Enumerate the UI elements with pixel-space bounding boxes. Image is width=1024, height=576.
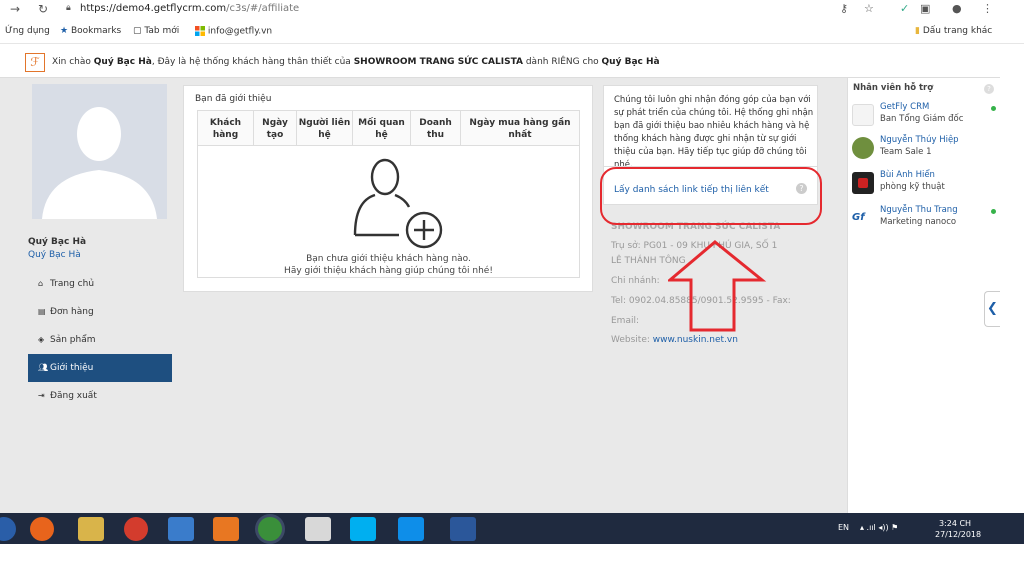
user-name: Quý Bạc Hà <box>28 237 87 247</box>
folder-icon: ▮ <box>915 26 920 36</box>
highlight-box <box>600 167 822 225</box>
company-branch: Chi nhánh: <box>611 276 660 286</box>
bookmark-bookmarks[interactable]: ★ Bookmarks <box>60 26 121 36</box>
staff-item[interactable]: Nguyễn Thúy Hiệp Team Sale 1 <box>852 135 1000 163</box>
online-status-icon <box>991 209 996 214</box>
windows-logo-icon <box>195 26 205 36</box>
bookmark-email[interactable]: info@getfly.vn <box>195 26 272 37</box>
cube-icon: ◈ <box>38 335 45 344</box>
staff-item[interactable]: Gf Nguyễn Thu Trang Marketing nanoco <box>852 205 1000 233</box>
key-icon[interactable]: ⚷ <box>840 2 848 15</box>
clock-date: 27/12/2018 <box>935 530 982 539</box>
bottom-blank <box>0 544 1024 576</box>
bookmark-new-tab[interactable]: ▢ Tab mới <box>133 26 179 36</box>
avatar <box>852 137 874 159</box>
home-icon: ⌂ <box>38 279 44 288</box>
file-explorer-icon[interactable] <box>78 517 104 541</box>
word-icon[interactable] <box>450 517 476 541</box>
avatar <box>852 172 874 194</box>
sidebar-item-logout[interactable]: ⇥ Đăng xuất <box>28 382 172 410</box>
url-field[interactable]: https://demo4.getflycrm.com/c3s/#/affili… <box>80 3 299 14</box>
column-header[interactable]: Doanh thu <box>411 111 461 146</box>
language-indicator[interactable]: EN <box>838 523 849 532</box>
support-title: Nhân viên hỗ trợ <box>853 83 934 93</box>
greeting-text: Xin chào Quý Bạc Hà, Đây là hệ thống khá… <box>52 57 660 67</box>
column-header[interactable]: Người liên hệ <box>297 111 353 146</box>
panel-title: Bạn đã giới thiệu <box>195 94 272 104</box>
sidebar-item-orders[interactable]: ▤ Đơn hàng <box>28 298 172 326</box>
staff-role: Marketing nanoco <box>880 217 957 227</box>
column-header[interactable]: Ngày tạo <box>254 111 297 146</box>
lock-icon: 🔒︎ <box>66 3 71 13</box>
bookmark-apps[interactable]: Ứng dụng <box>5 26 50 36</box>
document-icon: ▤ <box>38 307 46 316</box>
column-header[interactable]: Khách hàng <box>198 111 254 146</box>
star-icon: ★ <box>60 26 69 36</box>
staff-role: Team Sale 1 <box>880 147 932 157</box>
teamviewer-icon[interactable] <box>398 517 424 541</box>
clock-time: 3:24 CH <box>938 519 972 528</box>
user-link[interactable]: Quý Bạc Hà <box>28 250 81 260</box>
greeting-bar: ℱ Xin chào Quý Bạc Hà, Đây là hệ thống k… <box>0 45 1000 78</box>
star-icon[interactable]: ☆ <box>864 2 874 15</box>
chrome-icon[interactable] <box>258 517 282 541</box>
collapse-panel-button[interactable]: ❮ <box>984 291 1000 327</box>
check-icon[interactable]: ✓ <box>900 2 909 15</box>
start-button[interactable] <box>0 517 16 541</box>
getfly-logo-icon: Gf <box>852 212 865 223</box>
add-user-icon <box>353 158 443 249</box>
empty-hint: Hãy giới thiệu khách hàng giúp chúng tôi… <box>284 266 493 276</box>
referral-table: Khách hàng Ngày tạo Người liên hệ Mối qu… <box>197 110 580 278</box>
browser-address-bar: → ↻ 🔒︎ https://demo4.getflycrm.com/c3s/#… <box>0 0 1024 19</box>
staff-role: Ban Tổng Giám đốc <box>880 114 964 124</box>
support-panel: Nhân viên hỗ trợ ? GetFly CRM Ban Tổng G… <box>847 78 1000 513</box>
staff-name: Nguyễn Thu Trang <box>880 205 958 215</box>
back-arrow-icon[interactable]: → <box>10 2 20 16</box>
referral-panel: Bạn đã giới thiệu Khách hàng Ngày tạo Ng… <box>183 85 593 292</box>
firefox-icon[interactable] <box>30 517 54 541</box>
sidebar-item-home[interactable]: ⌂ Trang chủ <box>28 270 172 298</box>
staff-name: Nguyễn Thúy Hiệp <box>880 135 959 145</box>
app-icon[interactable] <box>124 517 148 541</box>
up-arrow-icon <box>668 240 767 332</box>
info-text: Chúng tôi luôn ghi nhận đóng góp của bạn… <box>614 95 814 170</box>
sidebar-item-products[interactable]: ◈ Sản phẩm <box>28 326 172 354</box>
avatar <box>852 104 874 126</box>
app-icon[interactable] <box>168 517 194 541</box>
staff-name: Bùi Anh Hiển <box>880 170 935 180</box>
page-icon: ▢ <box>133 26 142 36</box>
staff-name: GetFly CRM <box>880 102 930 112</box>
logout-icon: ⇥ <box>38 391 45 400</box>
column-header[interactable]: Mối quan hệ <box>353 111 411 146</box>
company-website: Website: www.nuskin.net.vn <box>611 335 738 345</box>
avatar <box>32 84 167 219</box>
users-icon: 👥︎ <box>38 363 49 372</box>
table-header: Khách hàng Ngày tạo Người liên hệ Mối qu… <box>198 111 579 146</box>
logo-icon: ℱ <box>25 53 45 72</box>
right-edge <box>1000 78 1024 513</box>
bookmark-other[interactable]: ▮ Dấu trang khác <box>915 26 992 36</box>
system-tray-icons[interactable]: ▴ .ııl ◂)) ⚑ <box>860 523 898 532</box>
empty-message: Bạn chưa giới thiệu khách hàng nào. <box>306 254 471 264</box>
clock[interactable]: 3:24 CH 27/12/2018 <box>935 518 982 540</box>
staff-role: phòng kỹ thuật <box>880 182 945 192</box>
default-avatar-icon <box>32 84 167 219</box>
company-email: Email: <box>611 316 640 326</box>
column-header[interactable]: Ngày mua hàng gần nhất <box>461 111 579 146</box>
staff-item[interactable]: GetFly CRM Ban Tổng Giám đốc <box>852 102 1000 130</box>
website-link[interactable]: www.nuskin.net.vn <box>653 335 738 345</box>
extension-icon[interactable]: ▣ <box>920 2 930 15</box>
taskbar: EN ▴ .ııl ◂)) ⚑ 3:24 CH 27/12/2018 <box>0 513 1024 544</box>
bookmarks-bar: Ứng dụng ★ Bookmarks ▢ Tab mới info@getf… <box>0 19 1024 44</box>
calculator-icon[interactable] <box>305 517 331 541</box>
help-icon[interactable]: ? <box>984 84 994 94</box>
online-status-icon <box>991 106 996 111</box>
staff-item[interactable]: Bùi Anh Hiển phòng kỹ thuật <box>852 170 1000 198</box>
menu-icon[interactable]: ⋮ <box>982 2 993 15</box>
profile-icon[interactable]: ● <box>952 2 962 15</box>
media-player-icon[interactable] <box>213 517 239 541</box>
skype-icon[interactable] <box>350 517 376 541</box>
sidebar-item-referral[interactable]: 👥︎ Giới thiệu <box>28 354 172 382</box>
reload-icon[interactable]: ↻ <box>38 2 48 16</box>
